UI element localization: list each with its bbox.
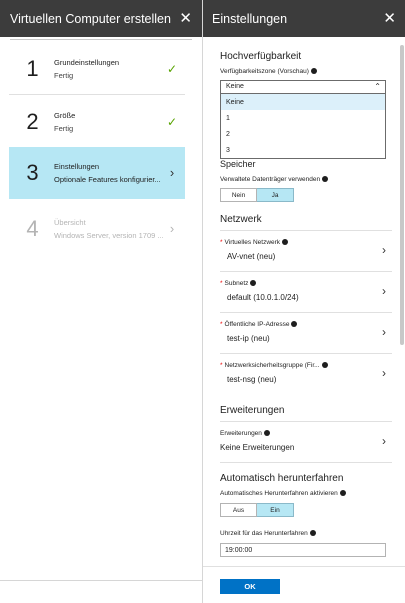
picker-value: Keine Erweiterungen — [220, 443, 295, 452]
shutdown-time-input[interactable]: 19:00:00 — [220, 543, 386, 557]
subnet-picker[interactable]: * Subnetz default (10.0.1.0/24) › — [220, 273, 386, 311]
chevron-right-icon: › — [382, 243, 386, 257]
extensions-heading: Erweiterungen — [220, 405, 285, 416]
dropdown-option[interactable]: 1 — [221, 110, 385, 126]
step-title: Übersicht — [54, 218, 86, 227]
step-title: Einstellungen — [54, 162, 100, 171]
toggle-option-on[interactable]: Ein — [257, 503, 294, 517]
divider — [220, 271, 392, 272]
step-number: 1 — [26, 55, 39, 81]
info-icon[interactable] — [310, 68, 317, 75]
chevron-right-icon: › — [382, 366, 386, 380]
chevron-right-icon: › — [382, 325, 386, 339]
picker-label: Öffentliche IP-Adresse — [224, 321, 290, 328]
info-icon[interactable] — [339, 490, 346, 497]
step-subtitle: Optionale Features konfigurier... — [54, 175, 161, 184]
close-icon[interactable]: ✕ — [383, 11, 396, 26]
availability-zone-value: Keine — [226, 83, 244, 90]
divider — [220, 421, 392, 422]
divider — [220, 230, 392, 231]
dropdown-option[interactable]: 2 — [221, 126, 385, 142]
info-icon[interactable] — [282, 239, 289, 246]
step-summary: 4 Übersicht Windows Server, version 1709… — [9, 203, 185, 255]
managed-disks-label: Verwaltete Datenträger verwenden — [220, 176, 329, 183]
info-icon[interactable] — [263, 430, 270, 437]
availability-zone-label: Verfügbarkeitszone (Vorschau) — [220, 68, 317, 75]
auto-shutdown-toggle: Aus Ein — [220, 503, 294, 517]
divider — [0, 580, 202, 581]
info-icon[interactable] — [309, 530, 316, 537]
step-title: Größe — [54, 110, 76, 120]
shutdown-time-label: Uhrzeit für das Herunterfahren — [220, 530, 316, 537]
step-number: 3 — [26, 160, 39, 185]
toggle-option-off[interactable]: Aus — [220, 503, 257, 517]
availability-heading: Hochverfügbarkeit — [220, 51, 302, 62]
step-subtitle: Windows Server, version 1709 ... — [54, 231, 164, 240]
divider — [220, 462, 392, 463]
settings-scroll-area[interactable]: Hochverfügbarkeit Verfügbarkeitszone (Vo… — [203, 37, 405, 565]
info-icon[interactable] — [321, 362, 328, 369]
step-title: Grundeinstellungen — [54, 57, 120, 67]
info-icon[interactable] — [250, 280, 257, 287]
toggle-option-yes[interactable]: Ja — [257, 188, 294, 202]
info-icon[interactable] — [291, 321, 298, 328]
public-ip-picker[interactable]: * Öffentliche IP-Adresse test-ip (neu) › — [220, 314, 386, 352]
step-number: 2 — [26, 108, 39, 134]
step-size[interactable]: 2 Größe Fertig ✓ — [9, 96, 185, 148]
chevron-up-icon: ⌃ — [374, 82, 381, 91]
ok-button[interactable]: OK — [220, 579, 280, 594]
picker-label: Erweiterungen — [220, 430, 262, 437]
divider — [220, 312, 392, 313]
step-basics[interactable]: 1 Grundeinstellungen Fertig ✓ — [9, 43, 185, 95]
picker-value: AV-vnet (neu) — [227, 252, 276, 261]
chevron-right-icon: › — [169, 221, 175, 236]
dropdown-option[interactable]: 3 — [221, 142, 385, 158]
dropdown-option[interactable]: Keine — [221, 94, 385, 110]
info-icon[interactable] — [322, 176, 329, 183]
extensions-picker[interactable]: Erweiterungen Keine Erweiterungen › — [220, 423, 386, 461]
picker-value: test-nsg (neu) — [227, 375, 277, 384]
availability-zone-options: Keine 1 2 3 — [220, 94, 386, 159]
chevron-right-icon: › — [169, 165, 175, 180]
picker-label: Subnetz — [224, 280, 249, 287]
auto-shutdown-heading: Automatisch herunterfahren — [220, 473, 344, 484]
settings-title: Einstellungen — [212, 11, 288, 26]
chevron-right-icon: › — [382, 284, 386, 298]
checkmark-icon: ✓ — [166, 61, 178, 76]
settings-header: Einstellungen ✕ — [203, 0, 405, 37]
nsg-picker[interactable]: * Netzwerksicherheitsgruppe (Fir... test-… — [220, 355, 386, 393]
divider — [220, 353, 392, 354]
divider — [203, 566, 405, 567]
close-icon[interactable]: ✕ — [179, 11, 192, 26]
picker-value: default (10.0.1.0/24) — [227, 293, 299, 302]
managed-disks-toggle: Nein Ja — [220, 188, 294, 202]
chevron-right-icon: › — [382, 434, 386, 448]
settings-blade: Einstellungen ✕ Hochverfügbarkeit Verfüg… — [203, 0, 405, 603]
network-heading: Netzwerk — [220, 214, 262, 225]
step-number: 4 — [26, 216, 39, 241]
picker-value: test-ip (neu) — [227, 334, 270, 343]
create-vm-title: Virtuellen Computer erstellen — [10, 11, 171, 26]
availability-zone-dropdown[interactable]: Keine ⌃ — [220, 80, 386, 94]
virtual-network-picker[interactable]: * Virtuelles Netzwerk AV-vnet (neu) › — [220, 232, 386, 270]
storage-heading: Speicher — [220, 159, 256, 169]
create-vm-blade: Virtuellen Computer erstellen ✕ 1 Grunde… — [0, 0, 203, 603]
checkmark-icon: ✓ — [166, 114, 178, 129]
step-settings[interactable]: 3 Einstellungen Optionale Features konfi… — [9, 147, 185, 199]
toggle-option-no[interactable]: Nein — [220, 188, 257, 202]
auto-shutdown-enable-label: Automatisches Herunterfahren aktivieren — [220, 490, 346, 497]
picker-label: Netzwerksicherheitsgruppe (Fir... — [224, 362, 320, 369]
picker-label: Virtuelles Netzwerk — [224, 239, 281, 246]
step-status: Fertig — [54, 123, 74, 133]
divider — [10, 39, 192, 40]
create-vm-header: Virtuellen Computer erstellen ✕ — [0, 0, 202, 37]
scrollbar[interactable] — [400, 45, 404, 345]
step-status: Fertig — [54, 70, 74, 80]
